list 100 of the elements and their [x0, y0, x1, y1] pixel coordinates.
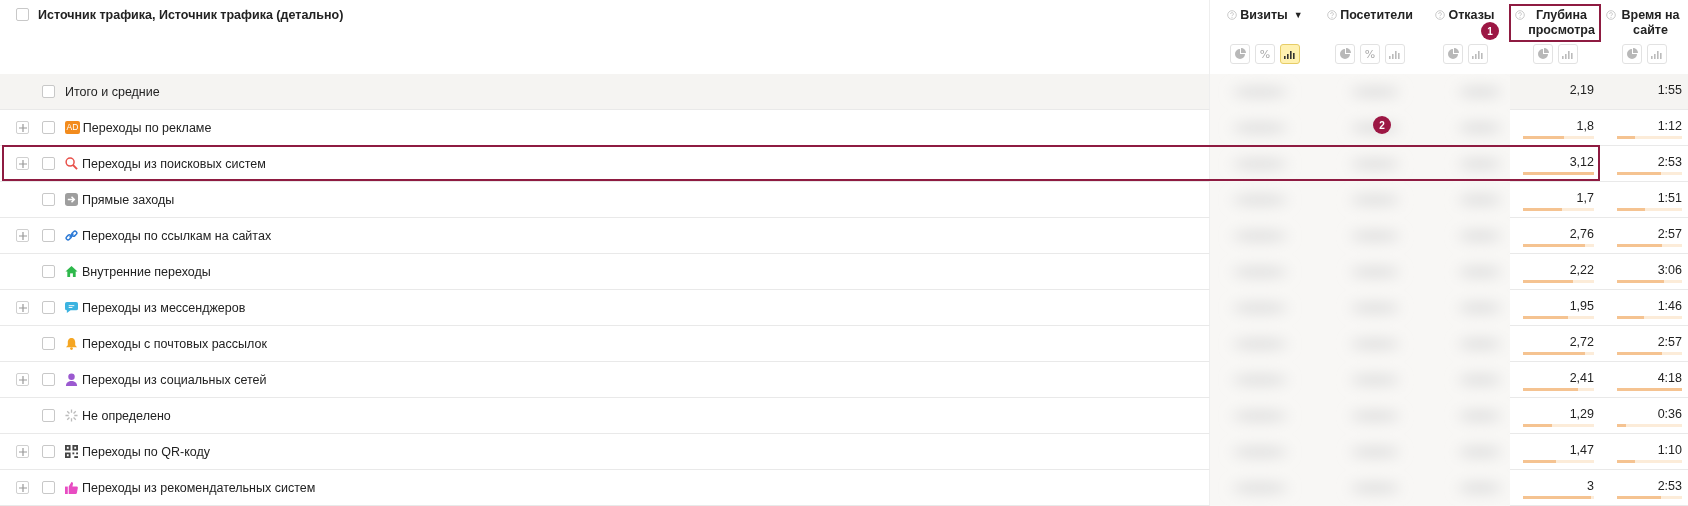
pie-chart-icon — [1446, 48, 1459, 60]
depth-bar — [1523, 496, 1594, 499]
row-checkbox[interactable] — [42, 229, 55, 242]
table-row[interactable]: Переходы по ссылкам на сайтах — [0, 218, 1210, 254]
time-bar — [1617, 280, 1682, 283]
row-checkbox[interactable] — [42, 337, 55, 350]
bar-chart-icon — [1561, 49, 1574, 59]
row-label: Внутренние переходы — [82, 264, 211, 279]
time-value: 2:57 — [1657, 227, 1682, 241]
table-row[interactable]: Не определено — [0, 398, 1210, 434]
pie-chart-button[interactable] — [1335, 44, 1355, 64]
time-bar — [1617, 208, 1682, 211]
row-checkbox[interactable] — [42, 85, 55, 98]
depth-value: 2,22 — [1569, 263, 1594, 277]
row-checkbox[interactable] — [42, 409, 55, 422]
depth-value: 2,76 — [1569, 227, 1594, 241]
row-label: Переходы из социальных сетей — [82, 372, 267, 387]
row-label: Переходы из мессенджеров — [82, 300, 246, 315]
depth-value: 3,12 — [1569, 155, 1594, 169]
annotation-marker: 1 — [1481, 22, 1500, 40]
row-label: Переходы из поисковых систем — [82, 156, 266, 171]
search-icon — [65, 157, 78, 170]
help-icon[interactable] — [1227, 10, 1238, 20]
row-label: Прямые заходы — [82, 192, 175, 207]
row-label: Итого и средние — [65, 84, 160, 99]
table-row[interactable]: AD Переходы по рекламе — [0, 110, 1210, 146]
table-row[interactable]: Переходы из мессенджеров — [0, 290, 1210, 326]
bar-chart-icon — [1389, 49, 1401, 59]
expand-button[interactable] — [16, 373, 29, 386]
pie-chart-button[interactable] — [1621, 44, 1642, 64]
time-value: 1:10 — [1657, 443, 1682, 457]
expand-button[interactable] — [16, 229, 29, 242]
table-row[interactable]: Переходы из рекомендательных систем — [0, 470, 1210, 506]
row-checkbox[interactable] — [42, 481, 55, 494]
house-icon — [65, 265, 78, 278]
time-value: 1:46 — [1657, 299, 1682, 313]
select-all-checkbox[interactable] — [16, 8, 29, 21]
table-row[interactable]: Переходы из социальных сетей — [0, 362, 1210, 398]
sort-indicator[interactable]: ▼ — [1293, 8, 1303, 23]
table-row[interactable]: Внутренние переходы — [0, 254, 1210, 290]
time-value: 3:06 — [1657, 263, 1682, 277]
row-checkbox[interactable] — [42, 193, 55, 206]
row-label: Переходы из рекомендательных систем — [82, 480, 316, 495]
pie-chart-button[interactable] — [1532, 44, 1553, 64]
row-checkbox[interactable] — [42, 373, 55, 386]
bar-chart-button[interactable] — [1280, 44, 1300, 64]
column-header[interactable]: Визиты — [1240, 8, 1288, 23]
dimension-header: Источник трафика, Источник трафика (детально) — [38, 8, 344, 22]
ad-badge-icon: AD — [65, 121, 80, 134]
depth-value: 2,41 — [1569, 371, 1594, 385]
time-bar — [1617, 496, 1682, 499]
row-checkbox[interactable] — [42, 265, 55, 278]
pie-chart-icon — [1339, 48, 1351, 60]
table-row[interactable]: Прямые заходы — [0, 182, 1210, 218]
depth-value: 1,7 — [1576, 191, 1594, 205]
time-bar — [1617, 352, 1682, 355]
column-header[interactable]: Отказы — [1448, 8, 1495, 23]
help-icon[interactable] — [1327, 10, 1338, 20]
row-label: Не определено — [82, 408, 171, 423]
column-header[interactable]: Глубина просмотра — [1528, 8, 1595, 38]
bar-chart-icon — [1650, 49, 1663, 59]
person-icon — [65, 373, 78, 386]
depth-bar — [1523, 424, 1594, 427]
row-checkbox[interactable] — [42, 301, 55, 314]
expand-button[interactable] — [16, 301, 29, 314]
depth-value: 1,95 — [1569, 299, 1594, 313]
loading-icon — [65, 409, 78, 422]
expand-button[interactable] — [16, 157, 29, 170]
row-checkbox[interactable] — [42, 157, 55, 170]
column-header[interactable]: Посетители — [1340, 8, 1413, 23]
time-value: 0:36 — [1657, 407, 1682, 421]
pie-chart-button[interactable] — [1230, 44, 1250, 64]
pie-chart-button[interactable] — [1442, 44, 1463, 64]
time-bar — [1617, 460, 1682, 463]
qr-code-icon — [65, 445, 78, 458]
expand-button[interactable] — [16, 445, 29, 458]
time-bar — [1617, 316, 1682, 319]
help-icon[interactable] — [1435, 10, 1446, 20]
expand-button[interactable] — [16, 121, 29, 134]
column-header[interactable]: Время на сайте — [1619, 8, 1682, 38]
time-value: 1:51 — [1657, 191, 1682, 205]
row-checkbox[interactable] — [42, 121, 55, 134]
time-value: 2:53 — [1657, 155, 1682, 169]
table-row[interactable]: Переходы из поисковых систем — [0, 146, 1210, 182]
bar-chart-icon — [1284, 49, 1296, 59]
table-row[interactable]: Итого и средние — [0, 74, 1210, 110]
time-bar — [1617, 172, 1682, 175]
row-checkbox[interactable] — [42, 445, 55, 458]
depth-bar — [1523, 352, 1594, 355]
table-row[interactable]: Переходы по QR-коду — [0, 434, 1210, 470]
row-label: Переходы с почтовых рассылок — [82, 336, 267, 351]
help-icon[interactable] — [1606, 10, 1616, 20]
bell-icon — [65, 337, 78, 350]
arrow-icon — [65, 193, 78, 206]
help-icon[interactable] — [1515, 10, 1526, 20]
table-row[interactable]: Переходы с почтовых рассылок — [0, 326, 1210, 362]
depth-value: 2,72 — [1569, 335, 1594, 349]
pie-chart-icon — [1536, 48, 1549, 60]
expand-button[interactable] — [16, 481, 29, 494]
depth-bar — [1523, 208, 1594, 211]
